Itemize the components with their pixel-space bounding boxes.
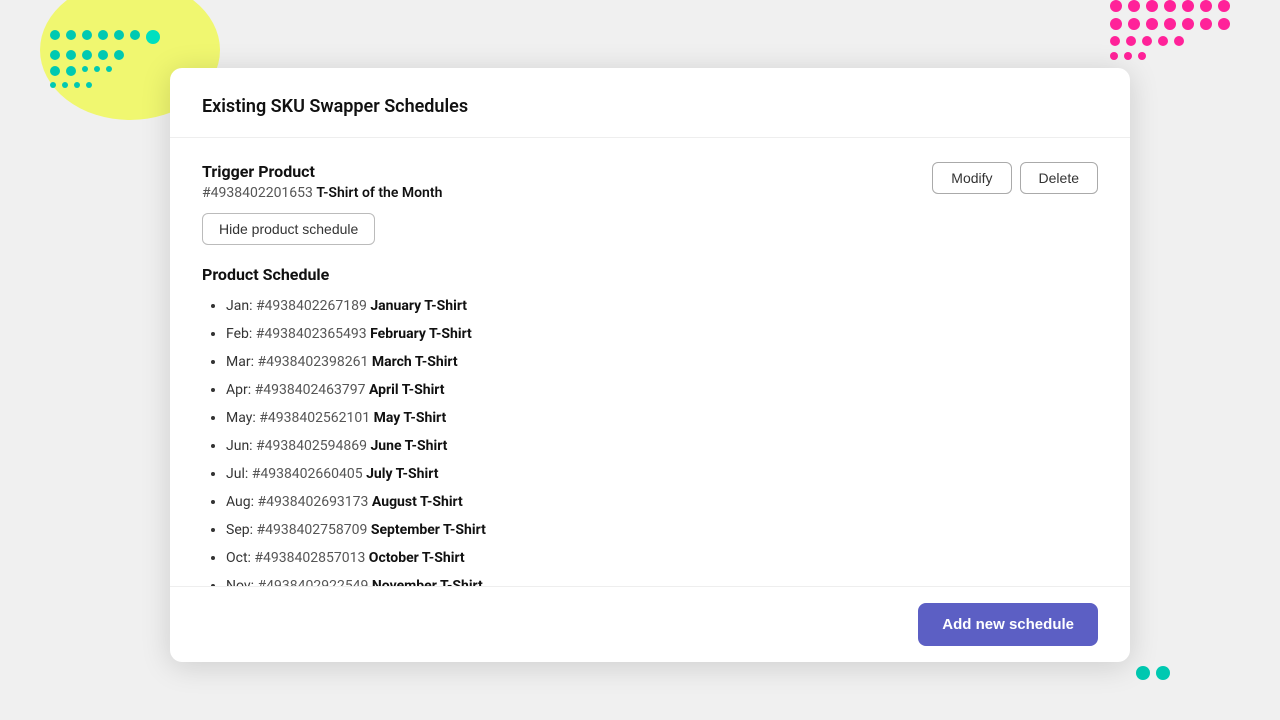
product-name: January T-Shirt <box>370 298 467 314</box>
product-name: March T-Shirt <box>372 354 458 370</box>
schedule-section-title: Product Schedule <box>202 265 1098 284</box>
sku-number: #4938402758709 <box>256 522 370 538</box>
trigger-sku-id: #4938402201653 <box>202 185 313 201</box>
sku-number: #4938402267189 <box>256 298 370 314</box>
product-name: February T-Shirt <box>370 326 472 342</box>
schedule-list-item: May: #4938402562101 May T-Shirt <box>226 408 1098 429</box>
action-buttons: Modify Delete <box>932 162 1098 194</box>
sku-number: #4938402398261 <box>257 354 371 370</box>
sku-number: #4938402857013 <box>254 550 368 566</box>
month-label: Feb: <box>226 326 256 342</box>
schedule-list-item: Sep: #4938402758709 September T-Shirt <box>226 520 1098 541</box>
schedule-list-item: Aug: #4938402693173 August T-Shirt <box>226 492 1098 513</box>
trigger-product-id: #4938402201653 T-Shirt of the Month <box>202 185 442 201</box>
month-label: Aug: <box>226 494 258 510</box>
delete-button[interactable]: Delete <box>1020 162 1098 194</box>
sku-number: #4938402594869 <box>256 438 370 454</box>
product-name: October T-Shirt <box>369 550 465 566</box>
month-label: Apr: <box>226 382 255 398</box>
product-name: August T-Shirt <box>372 494 463 510</box>
month-label: Jul: <box>226 466 252 482</box>
product-name: June T-Shirt <box>370 438 447 454</box>
sku-number: #4938402660405 <box>252 466 366 482</box>
schedule-list-item: Jun: #4938402594869 June T-Shirt <box>226 436 1098 457</box>
schedule-list-item: Jan: #4938402267189 January T-Shirt <box>226 296 1098 317</box>
schedule-list-item: Mar: #4938402398261 March T-Shirt <box>226 352 1098 373</box>
hide-product-schedule-button[interactable]: Hide product schedule <box>202 213 375 245</box>
schedule-list-item: Oct: #4938402857013 October T-Shirt <box>226 548 1098 569</box>
modal-body: Trigger Product #4938402201653 T-Shirt o… <box>170 138 1130 586</box>
month-label: Mar: <box>226 354 257 370</box>
trigger-info: Trigger Product #4938402201653 T-Shirt o… <box>202 162 442 265</box>
product-name: May T-Shirt <box>374 410 447 426</box>
product-name: September T-Shirt <box>371 522 486 538</box>
month-label: Jun: <box>226 438 256 454</box>
schedule-list-item: Apr: #4938402463797 April T-Shirt <box>226 380 1098 401</box>
sku-number: #4938402693173 <box>258 494 372 510</box>
sku-number: #4938402365493 <box>256 326 370 342</box>
trigger-section-header: Trigger Product #4938402201653 T-Shirt o… <box>202 162 1098 265</box>
decorative-dots-teal-bottom-right <box>1136 666 1170 680</box>
add-new-schedule-button[interactable]: Add new schedule <box>918 603 1098 646</box>
modal-footer: Add new schedule <box>170 586 1130 662</box>
month-label: Sep: <box>226 522 256 538</box>
modal-header: Existing SKU Swapper Schedules <box>170 68 1130 138</box>
schedule-list: Jan: #4938402267189 January T-Shirt Feb: … <box>202 296 1098 586</box>
sku-number: #4938402562101 <box>259 410 373 426</box>
month-label: Oct: <box>226 550 254 566</box>
month-label: May: <box>226 410 259 426</box>
month-label: Jan: <box>226 298 256 314</box>
product-name: July T-Shirt <box>366 466 438 482</box>
trigger-product-name: T-Shirt of the Month <box>316 185 442 201</box>
modify-button[interactable]: Modify <box>932 162 1011 194</box>
product-name: November T-Shirt <box>372 578 483 586</box>
sku-number: #4938402463797 <box>255 382 369 398</box>
decorative-dots-teal-left <box>50 30 160 88</box>
sku-number: #4938402922549 <box>258 578 372 586</box>
schedule-list-item: Jul: #4938402660405 July T-Shirt <box>226 464 1098 485</box>
month-label: Nov: <box>226 578 258 586</box>
schedule-list-item: Nov: #4938402922549 November T-Shirt <box>226 576 1098 586</box>
product-name: April T-Shirt <box>369 382 445 398</box>
schedule-list-item: Feb: #4938402365493 February T-Shirt <box>226 324 1098 345</box>
modal-title: Existing SKU Swapper Schedules <box>202 96 1098 117</box>
decorative-dots-pink-right <box>1110 0 1230 60</box>
main-modal: Existing SKU Swapper Schedules Trigger P… <box>170 68 1130 662</box>
trigger-label: Trigger Product <box>202 162 442 181</box>
